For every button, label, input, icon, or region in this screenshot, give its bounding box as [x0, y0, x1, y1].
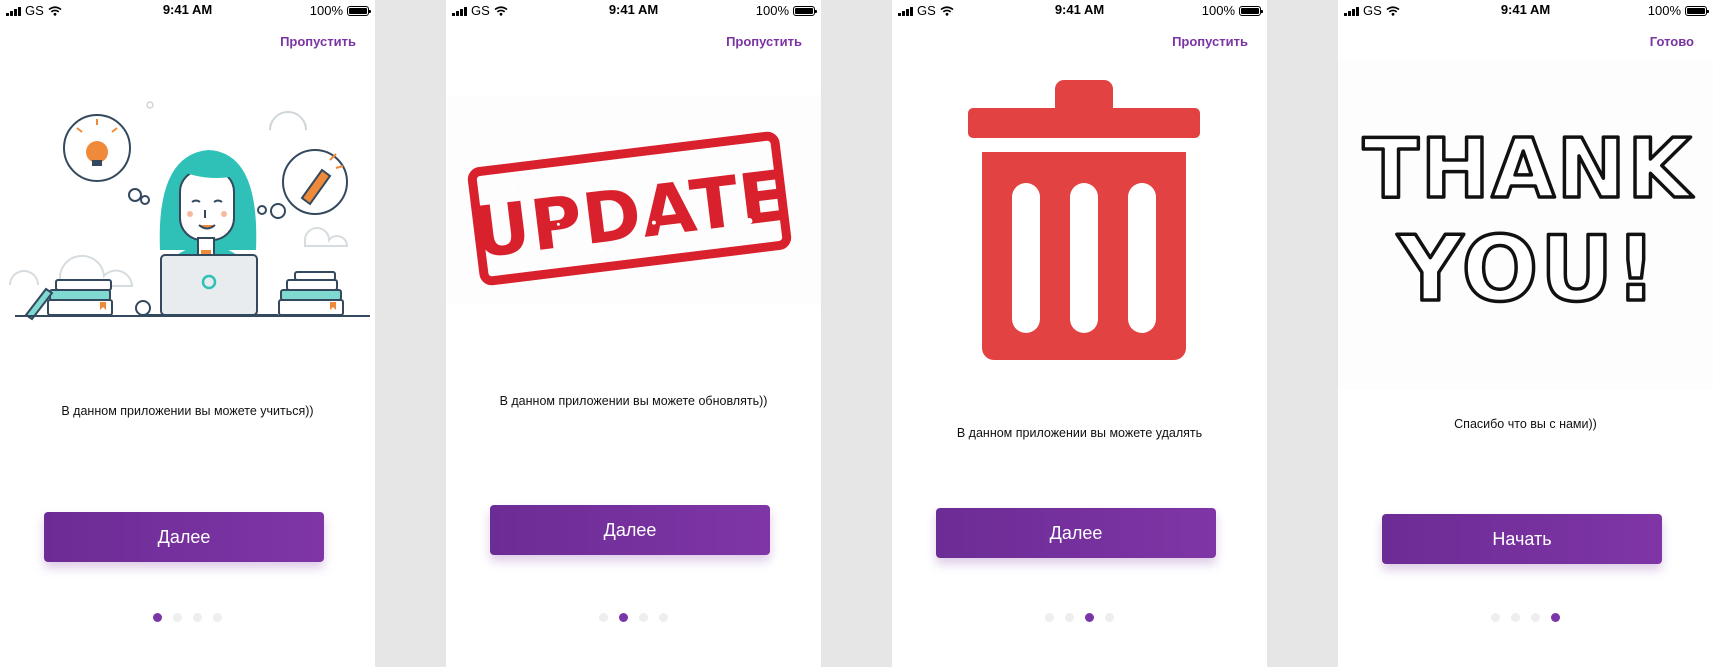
page-dot[interactable]: [619, 613, 628, 622]
page-dot[interactable]: [1551, 613, 1560, 622]
page-dot[interactable]: [1045, 613, 1054, 622]
next-button[interactable]: Далее: [44, 512, 324, 562]
page-indicator: [892, 613, 1267, 622]
onboarding-caption: В данном приложении вы можете удалять: [956, 426, 1203, 440]
skip-button[interactable]: Пропустить: [280, 34, 356, 49]
status-bar: GS 9:41 AM 100%: [1338, 0, 1713, 20]
page-dot[interactable]: [639, 613, 648, 622]
battery-icon: [793, 5, 817, 16]
page-dot[interactable]: [659, 613, 668, 622]
page-dot[interactable]: [153, 613, 162, 622]
thank-you-line1: THANK: [1363, 122, 1695, 217]
page-dot[interactable]: [599, 613, 608, 622]
battery-icon: [1239, 5, 1263, 16]
thank-you-line2: YOU!: [1397, 217, 1659, 322]
page-indicator: [446, 613, 821, 622]
status-bar: GS 9:41 AM 100%: [0, 0, 375, 20]
next-button[interactable]: Далее: [490, 505, 770, 555]
battery-percent: 100%: [309, 3, 343, 18]
battery-percent: 100%: [755, 3, 789, 18]
update-stamp-illustration: UPDATE: [446, 95, 821, 305]
onboarding-screen-learn: GS 9:41 AM 100% Пропустить В данном прил…: [0, 0, 375, 667]
start-button[interactable]: Начать: [1382, 514, 1662, 564]
page-dot[interactable]: [1491, 613, 1500, 622]
onboarding-caption: В данном приложении вы можете учиться)): [61, 404, 314, 418]
page-dot[interactable]: [213, 613, 222, 622]
battery-icon: [347, 5, 371, 16]
battery-icon: [1685, 5, 1709, 16]
next-button[interactable]: Далее: [936, 508, 1216, 558]
page-dot[interactable]: [1531, 613, 1540, 622]
page-dot[interactable]: [1511, 613, 1520, 622]
onboarding-screen-update: GS 9:41 AM 100% Пропустить UPDATE В данн…: [446, 0, 821, 667]
onboarding-screen-delete: GS 9:41 AM 100% Пропустить В данном прил…: [892, 0, 1267, 667]
onboarding-caption: В данном приложении вы можете обновлять)…: [499, 394, 768, 408]
battery-percent: 100%: [1201, 3, 1235, 18]
page-indicator: [1338, 613, 1713, 622]
trash-can-icon: [968, 80, 1200, 360]
thank-you-lettering: THANK YOU!: [1338, 60, 1713, 390]
skip-button[interactable]: Пропустить: [1172, 34, 1248, 49]
status-bar: GS 9:41 AM 100%: [446, 0, 821, 20]
onboarding-caption: Спасибо что вы с нами)): [1454, 417, 1597, 431]
page-dot[interactable]: [1085, 613, 1094, 622]
page-dot[interactable]: [1105, 613, 1114, 622]
skip-button[interactable]: Пропустить: [726, 34, 802, 49]
girl-studying-illustration: [9, 101, 370, 321]
battery-percent: 100%: [1647, 3, 1681, 18]
page-dot[interactable]: [173, 613, 182, 622]
page-dot[interactable]: [193, 613, 202, 622]
page-dot[interactable]: [1065, 613, 1074, 622]
done-button[interactable]: Готово: [1650, 34, 1694, 49]
status-bar: GS 9:41 AM 100%: [892, 0, 1267, 20]
page-indicator: [0, 613, 375, 622]
onboarding-screen-thanks: GS 9:41 AM 100% Готово THANK YOU! Спасиб…: [1338, 0, 1713, 667]
